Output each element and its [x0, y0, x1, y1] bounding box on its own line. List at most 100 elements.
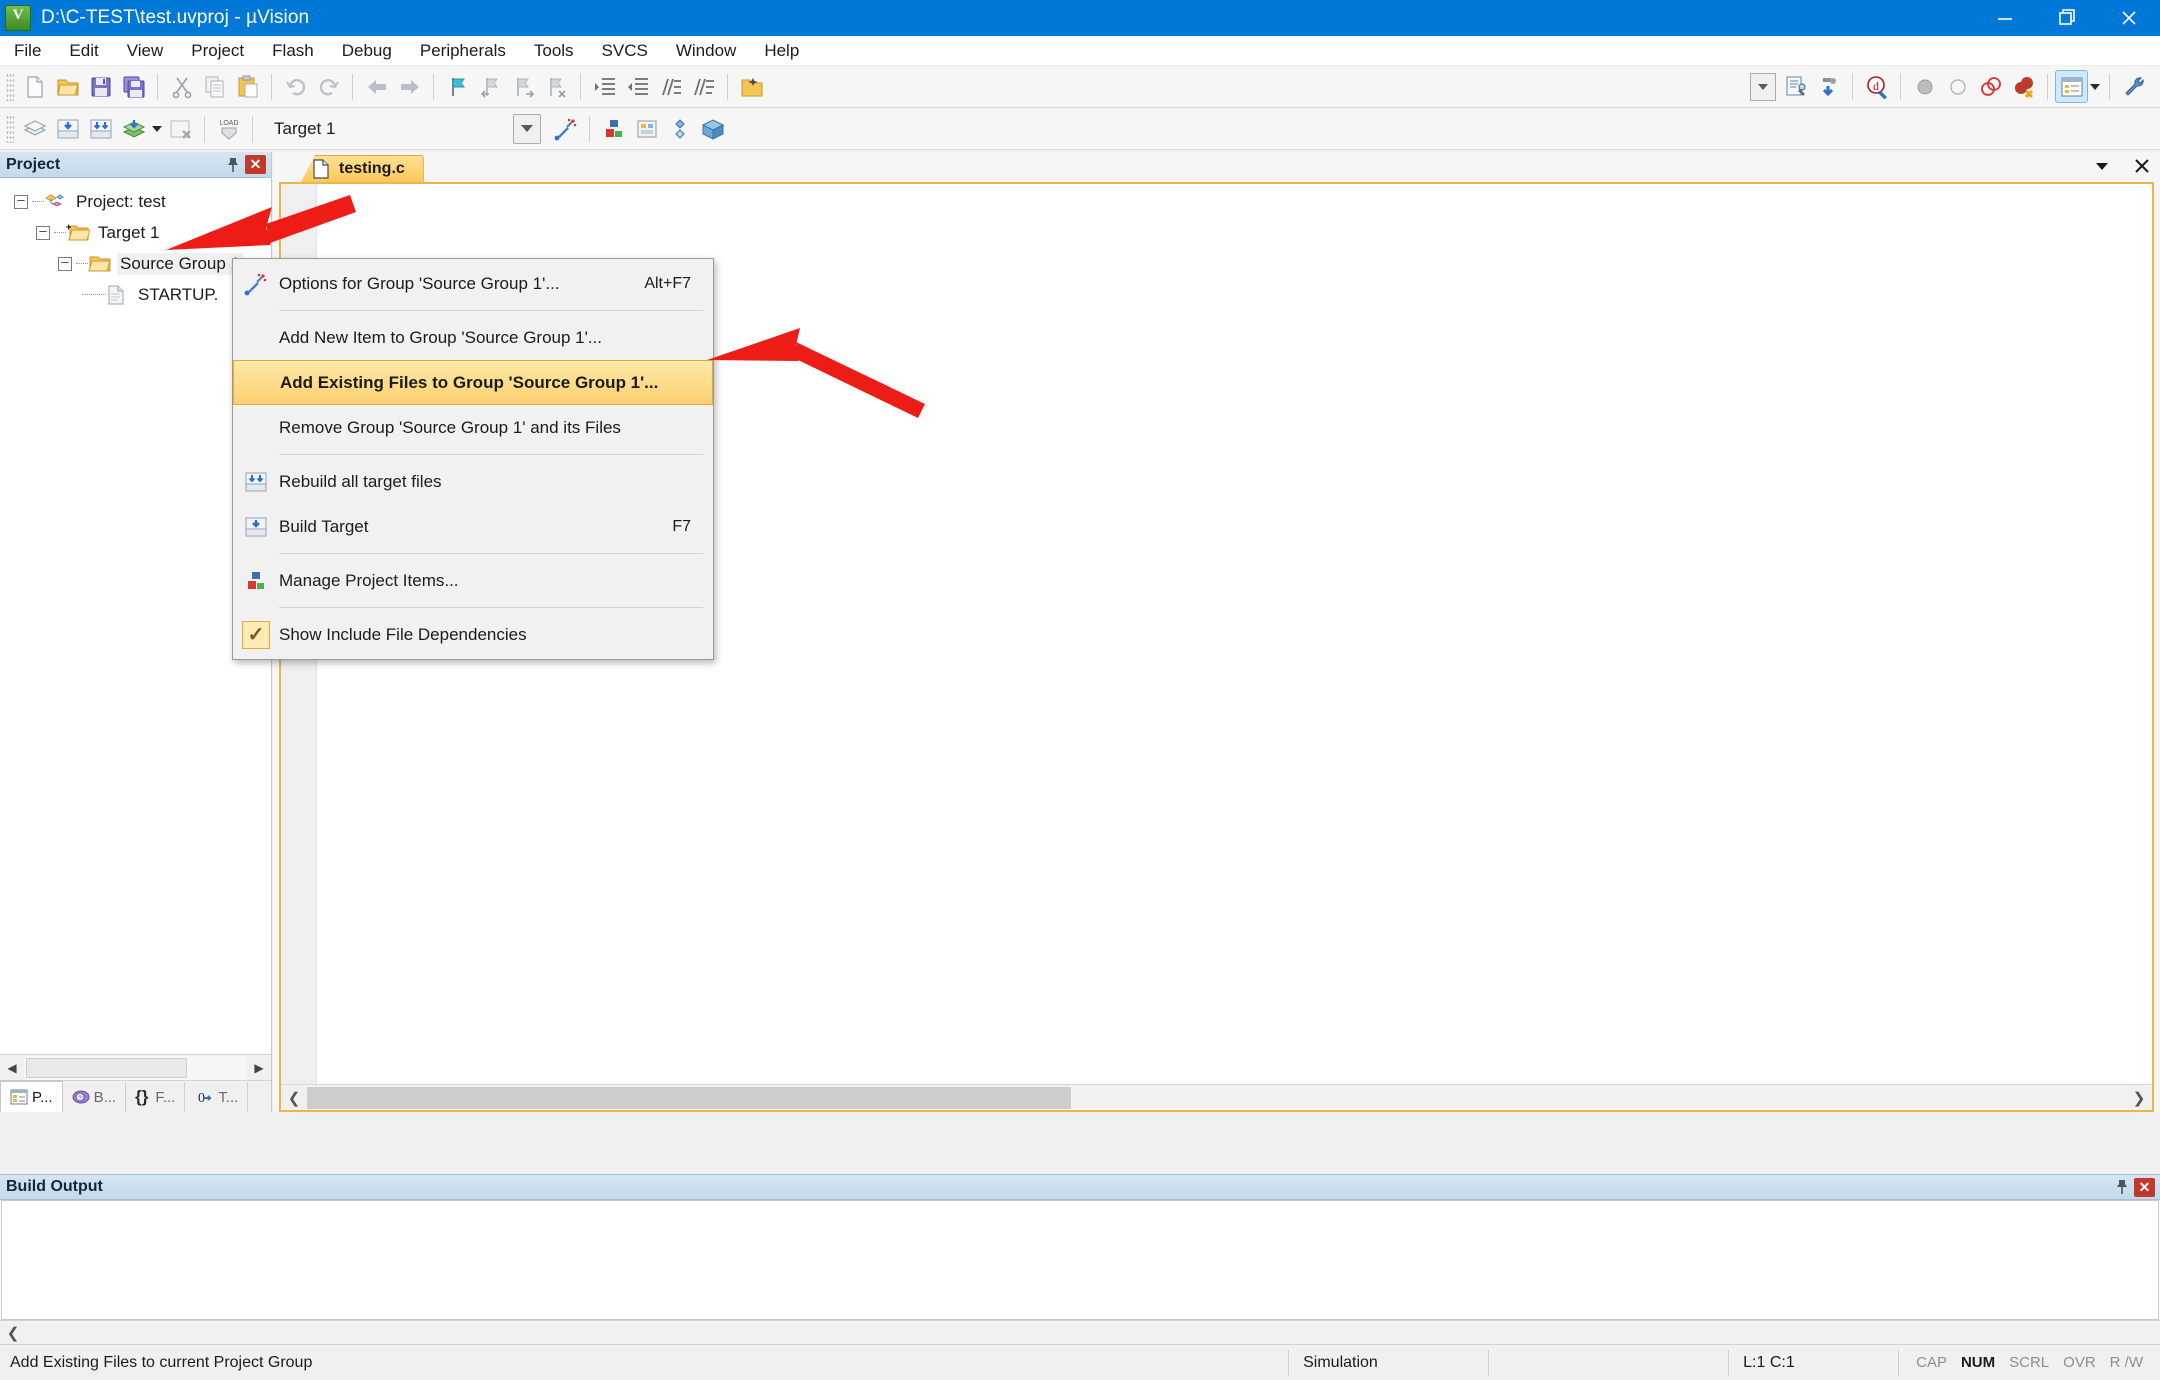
tree-item-project[interactable]: Project: test: [8, 186, 271, 217]
tab-list-dropdown-icon[interactable]: [2090, 154, 2114, 178]
toolbar-grip[interactable]: [6, 115, 14, 143]
target-dropdown-icon[interactable]: [513, 114, 541, 144]
debug-search-icon[interactable]: d: [1860, 70, 1893, 103]
document-tab-testing-c[interactable]: testing.c: [301, 155, 424, 182]
open-folder-window-icon[interactable]: [735, 70, 768, 103]
scroll-left-icon[interactable]: ◀: [0, 1056, 24, 1080]
context-menu-item-add-existing-files[interactable]: Add Existing Files to Group 'Source Grou…: [233, 360, 713, 405]
bookmark-next-icon[interactable]: [507, 70, 540, 103]
expand-toggle-icon[interactable]: [58, 257, 72, 271]
bookmark-previous-icon[interactable]: [474, 70, 507, 103]
multi-project-icon[interactable]: [663, 112, 696, 145]
navigate-forward-icon[interactable]: [393, 70, 426, 103]
navigate-back-icon[interactable]: [360, 70, 393, 103]
cut-icon[interactable]: [165, 70, 198, 103]
new-file-icon[interactable]: [18, 70, 51, 103]
paste-icon[interactable]: [231, 70, 264, 103]
manage-project-items-icon[interactable]: [597, 112, 630, 145]
context-menu-item-remove-group[interactable]: Remove Group 'Source Group 1' and its Fi…: [233, 405, 713, 450]
context-menu-item-add-new-item[interactable]: Add New Item to Group 'Source Group 1'..…: [233, 315, 713, 360]
rebuild-all-icon[interactable]: [84, 112, 117, 145]
project-tree[interactable]: Project: test Target 1 Source Group 1: [0, 178, 271, 1054]
scroll-track[interactable]: [24, 1056, 247, 1080]
build-output-text[interactable]: [1, 1200, 2159, 1320]
scroll-right-icon[interactable]: ❯: [2126, 1086, 2152, 1110]
breakpoint-kill-all-icon[interactable]: [2007, 70, 2040, 103]
scroll-left-icon[interactable]: ❮: [0, 1321, 26, 1345]
find-combo-dropdown-icon[interactable]: [1746, 70, 1779, 103]
minimize-icon[interactable]: [1974, 0, 2036, 36]
context-menu-item-manage-project-items[interactable]: Manage Project Items...: [233, 558, 713, 603]
editor-hscrollbar[interactable]: ❮ ❯: [281, 1084, 2152, 1110]
project-pane-hscrollbar[interactable]: ◀ ▶: [0, 1054, 271, 1080]
scroll-track[interactable]: [26, 1321, 2160, 1345]
toolbar-grip[interactable]: [6, 73, 14, 101]
context-menu-item-rebuild-all-target-files[interactable]: Rebuild all target files: [233, 459, 713, 504]
save-icon[interactable]: [84, 70, 117, 103]
menu-tools[interactable]: Tools: [520, 38, 588, 64]
tab-functions[interactable]: {} F...: [126, 1082, 185, 1112]
undo-icon[interactable]: [279, 70, 312, 103]
save-all-icon[interactable]: [117, 70, 150, 103]
close-icon[interactable]: [2130, 154, 2154, 178]
indent-right-icon[interactable]: [588, 70, 621, 103]
close-icon[interactable]: ✕: [245, 155, 266, 174]
copy-icon[interactable]: [198, 70, 231, 103]
context-menu-item-options-for-group[interactable]: Options for Group 'Source Group 1'... Al…: [233, 261, 713, 306]
breakpoint-toggle-icon[interactable]: [1974, 70, 2007, 103]
tab-project[interactable]: P...: [0, 1080, 63, 1112]
scroll-thumb[interactable]: [26, 1058, 187, 1078]
indent-left-icon[interactable]: [621, 70, 654, 103]
menu-view[interactable]: View: [113, 38, 178, 64]
tab-templates[interactable]: 0 T...: [185, 1082, 248, 1112]
scroll-right-icon[interactable]: ▶: [247, 1056, 271, 1080]
close-icon[interactable]: ✕: [2134, 1178, 2155, 1197]
download-to-flash-icon[interactable]: LOAD: [212, 112, 245, 145]
target-selector-value[interactable]: Target 1: [274, 119, 335, 139]
bookmark-clear-icon[interactable]: [540, 70, 573, 103]
menu-debug[interactable]: Debug: [328, 38, 406, 64]
batch-build-icon[interactable]: [117, 112, 150, 145]
scroll-track[interactable]: [307, 1086, 2126, 1110]
breakpoint-disabled-icon[interactable]: [1908, 70, 1941, 103]
menu-flash[interactable]: Flash: [258, 38, 328, 64]
uncomment-lines-icon[interactable]: [687, 70, 720, 103]
close-icon[interactable]: [2098, 0, 2160, 36]
menu-peripherals[interactable]: Peripherals: [406, 38, 520, 64]
menu-window[interactable]: Window: [662, 38, 750, 64]
comment-lines-icon[interactable]: [654, 70, 687, 103]
pack-installer-icon[interactable]: [696, 112, 729, 145]
restore-icon[interactable]: [2036, 0, 2098, 36]
menu-project[interactable]: Project: [177, 38, 258, 64]
project-window-dropdown-icon[interactable]: [2088, 70, 2102, 103]
scroll-thumb[interactable]: [307, 1087, 1071, 1109]
menu-edit[interactable]: Edit: [55, 38, 112, 64]
bookmark-toggle-icon[interactable]: [441, 70, 474, 103]
options-for-target-icon[interactable]: [549, 112, 582, 145]
pin-icon[interactable]: [221, 154, 245, 176]
pin-icon[interactable]: [2110, 1176, 2134, 1198]
configure-tools-icon[interactable]: [2117, 70, 2150, 103]
breakpoint-empty-icon[interactable]: [1941, 70, 1974, 103]
scroll-left-icon[interactable]: ❮: [281, 1086, 307, 1110]
manage-run-time-environment-icon[interactable]: [630, 112, 663, 145]
build-target-icon[interactable]: [51, 112, 84, 145]
context-menu-item-show-include-file-dependencies[interactable]: ✓ Show Include File Dependencies: [233, 612, 713, 657]
context-menu-item-build-target[interactable]: Build Target F7: [233, 504, 713, 549]
translate-file-icon[interactable]: [18, 112, 51, 145]
insert-symbol-icon[interactable]: [1812, 70, 1845, 103]
project-window-icon[interactable]: [2055, 70, 2088, 103]
stop-build-icon[interactable]: [164, 112, 197, 145]
build-output-hscrollbar[interactable]: ❮: [0, 1320, 2160, 1344]
menu-svcs[interactable]: SVCS: [588, 38, 662, 64]
expand-toggle-icon[interactable]: [36, 226, 50, 240]
menu-help[interactable]: Help: [750, 38, 813, 64]
expand-toggle-icon[interactable]: [14, 195, 28, 209]
tree-item-target[interactable]: Target 1: [8, 217, 271, 248]
tab-books[interactable]: ? B...: [63, 1082, 127, 1112]
menu-file[interactable]: File: [0, 38, 55, 64]
redo-icon[interactable]: [312, 70, 345, 103]
open-file-icon[interactable]: [51, 70, 84, 103]
batch-build-dropdown-icon[interactable]: [150, 112, 164, 145]
find-in-files-icon[interactable]: [1779, 70, 1812, 103]
